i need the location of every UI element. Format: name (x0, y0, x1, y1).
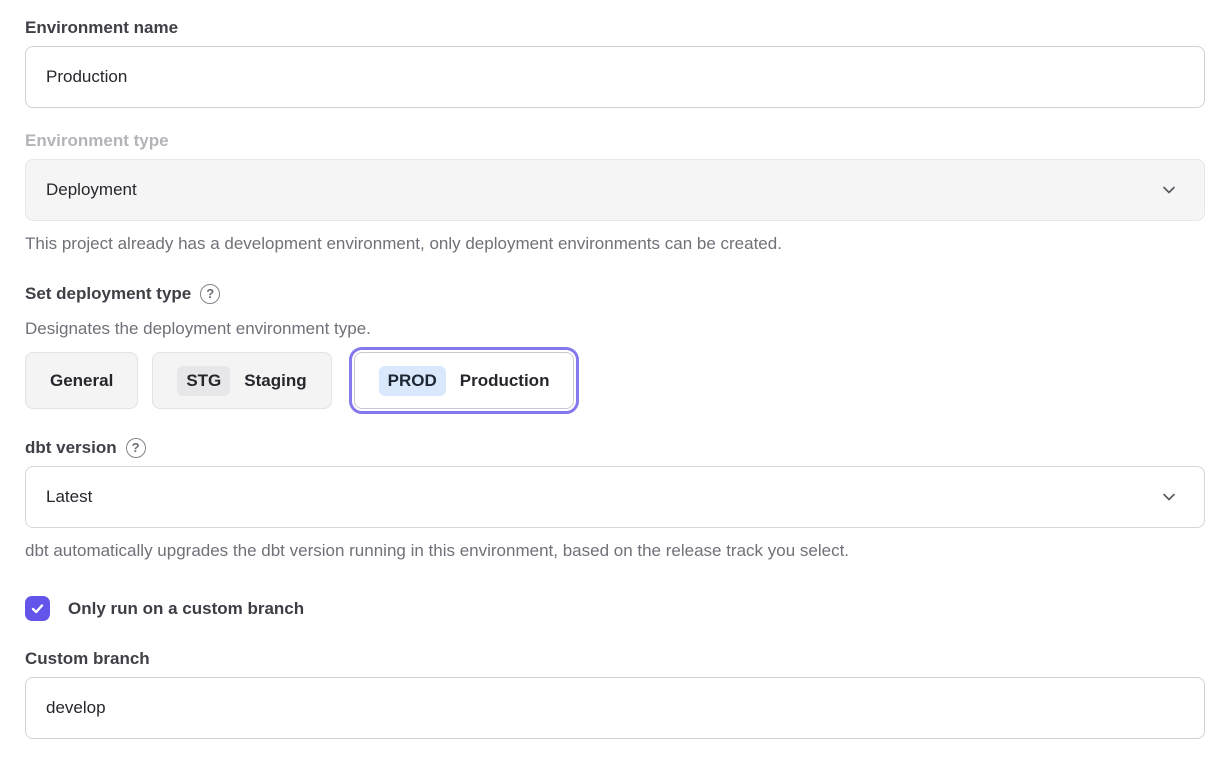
dbt-version-label-text: dbt version (25, 437, 117, 458)
production-badge: PROD (379, 366, 446, 396)
environment-name-label: Environment name (25, 17, 1205, 38)
production-button-label: Production (460, 371, 550, 391)
staging-badge: STG (177, 366, 230, 396)
environment-type-value: Deployment (46, 180, 137, 200)
environment-type-label: Environment type (25, 130, 1205, 151)
deployment-type-options: General STG Staging PROD Production (25, 352, 1205, 409)
deployment-type-staging-button[interactable]: STG Staging (152, 352, 331, 409)
dbt-version-label: dbt version ? (25, 437, 1205, 458)
custom-branch-checkbox-row: Only run on a custom branch (25, 596, 1205, 621)
custom-branch-label-text: Custom branch (25, 648, 150, 669)
deployment-type-production-button[interactable]: PROD Production (354, 352, 575, 409)
custom-branch-input[interactable] (25, 677, 1205, 739)
help-icon[interactable]: ? (200, 284, 220, 304)
deployment-type-description: Designates the deployment environment ty… (25, 318, 1205, 339)
staging-button-label: Staging (244, 371, 306, 391)
environment-type-helper: This project already has a development e… (25, 233, 1205, 254)
deployment-type-heading-text: Set deployment type (25, 283, 191, 304)
environment-settings-form: Environment name Environment type Deploy… (0, 0, 1228, 764)
environment-name-label-text: Environment name (25, 17, 178, 38)
custom-branch-label: Custom branch (25, 648, 1205, 669)
deployment-type-heading: Set deployment type ? (25, 283, 1205, 304)
dbt-version-helper: dbt automatically upgrades the dbt versi… (25, 540, 1205, 561)
custom-branch-checkbox[interactable] (25, 596, 50, 621)
environment-type-label-text: Environment type (25, 130, 169, 151)
dbt-version-value: Latest (46, 487, 92, 507)
help-icon[interactable]: ? (126, 438, 146, 458)
general-button-label: General (50, 371, 113, 391)
chevron-down-icon (1160, 488, 1178, 506)
dbt-version-select[interactable]: Latest (25, 466, 1205, 528)
environment-name-input[interactable] (25, 46, 1205, 108)
custom-branch-checkbox-label[interactable]: Only run on a custom branch (68, 599, 304, 619)
checkmark-icon (30, 601, 45, 616)
deployment-type-general-button[interactable]: General (25, 352, 138, 409)
chevron-down-icon (1160, 181, 1178, 199)
environment-type-select: Deployment (25, 159, 1205, 221)
